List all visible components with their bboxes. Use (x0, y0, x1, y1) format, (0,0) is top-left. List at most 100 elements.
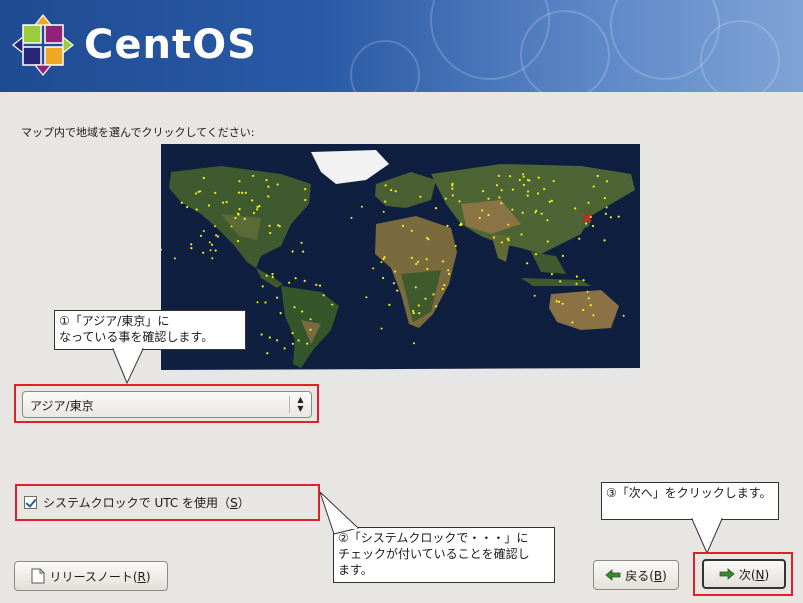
city-dot[interactable] (587, 297, 590, 300)
city-dot[interactable] (225, 200, 228, 204)
city-dot[interactable] (451, 194, 454, 197)
city-dot[interactable] (384, 184, 387, 187)
city-dot[interactable] (417, 304, 420, 307)
city-dot[interactable] (276, 339, 279, 342)
city-dot[interactable] (426, 267, 429, 270)
city-dot[interactable] (269, 231, 272, 235)
city-dot[interactable] (360, 205, 363, 208)
city-dot[interactable] (414, 286, 417, 289)
city-dot[interactable] (451, 187, 454, 190)
city-dot[interactable] (605, 180, 609, 183)
city-dot[interactable] (561, 302, 564, 305)
city-dot[interactable] (297, 339, 300, 342)
city-dot[interactable] (511, 188, 514, 191)
city-dot[interactable] (534, 253, 538, 256)
city-dot[interactable] (481, 209, 484, 212)
city-dot[interactable] (446, 224, 449, 227)
city-dot[interactable] (365, 296, 368, 299)
city-dot[interactable] (498, 196, 501, 199)
city-dot[interactable] (550, 199, 553, 202)
city-dot[interactable] (578, 237, 581, 240)
city-dot[interactable] (261, 285, 264, 288)
city-dot[interactable] (382, 257, 385, 261)
city-dot[interactable] (288, 281, 291, 284)
city-dot[interactable] (552, 179, 555, 183)
city-dot[interactable] (478, 216, 481, 220)
city-dot[interactable] (380, 261, 383, 264)
city-dot[interactable] (215, 234, 218, 237)
city-dot[interactable] (210, 243, 214, 246)
city-dot[interactable] (237, 191, 240, 194)
city-dot[interactable] (190, 247, 193, 250)
city-dot[interactable] (194, 192, 198, 195)
city-dot[interactable] (555, 300, 558, 303)
city-dot[interactable] (571, 321, 574, 324)
city-dot[interactable] (441, 287, 444, 291)
city-dot[interactable] (277, 224, 280, 227)
city-dot[interactable] (393, 270, 397, 273)
city-dot[interactable] (382, 276, 385, 280)
city-dot[interactable] (208, 241, 211, 244)
city-dot[interactable] (260, 333, 263, 336)
city-dot[interactable] (309, 318, 312, 321)
city-dot[interactable] (592, 185, 595, 188)
city-dot[interactable] (222, 201, 225, 204)
city-dot[interactable] (173, 257, 176, 260)
city-dot[interactable] (585, 222, 588, 225)
city-dot[interactable] (382, 210, 385, 213)
city-dot[interactable] (536, 192, 540, 195)
city-dot[interactable] (388, 303, 391, 306)
city-dot[interactable] (432, 293, 435, 296)
city-dot[interactable] (309, 328, 312, 331)
city-dot[interactable] (202, 176, 205, 180)
city-dot[interactable] (291, 250, 294, 253)
city-dot[interactable] (540, 212, 543, 215)
city-dot[interactable] (304, 198, 307, 202)
city-dot[interactable] (331, 303, 334, 306)
city-dot[interactable] (526, 194, 529, 197)
release-notes-button[interactable]: リリースノート(R) (14, 561, 168, 591)
city-dot[interactable] (216, 235, 220, 238)
city-dot[interactable] (236, 212, 240, 215)
utc-checkbox[interactable] (24, 495, 37, 509)
city-dot[interactable] (271, 273, 274, 276)
city-dot[interactable] (265, 179, 268, 182)
city-dot[interactable] (497, 174, 500, 177)
city-dot[interactable] (202, 230, 205, 232)
city-dot[interactable] (487, 213, 490, 217)
city-dot[interactable] (617, 215, 620, 218)
city-dot[interactable] (592, 314, 595, 317)
city-dot[interactable] (396, 289, 399, 292)
city-dot[interactable] (500, 189, 503, 192)
city-dot[interactable] (416, 260, 420, 263)
city-dot[interactable] (605, 206, 608, 209)
city-dot[interactable] (427, 238, 430, 241)
city-dot[interactable] (518, 178, 521, 182)
city-dot[interactable] (214, 225, 216, 228)
city-dot[interactable] (441, 260, 445, 263)
city-dot[interactable] (500, 241, 503, 244)
city-dot[interactable] (609, 216, 612, 219)
city-dot[interactable] (511, 208, 514, 211)
city-dot[interactable] (520, 233, 523, 236)
city-dot[interactable] (522, 175, 525, 178)
city-dot[interactable] (454, 245, 457, 247)
city-dot[interactable] (241, 191, 244, 194)
city-dot[interactable] (238, 208, 241, 211)
city-dot[interactable] (507, 223, 510, 226)
city-dot[interactable] (548, 200, 551, 203)
city-dot[interactable] (522, 183, 525, 187)
city-dot[interactable] (384, 200, 387, 203)
city-dot[interactable] (458, 200, 461, 203)
city-dot[interactable] (534, 211, 537, 214)
city-dot[interactable] (546, 219, 549, 222)
city-dot[interactable] (401, 224, 405, 227)
city-dot[interactable] (419, 195, 422, 198)
city-dot[interactable] (207, 204, 211, 207)
city-dot[interactable] (527, 190, 530, 193)
city-dot[interactable] (199, 190, 202, 193)
city-dot[interactable] (315, 283, 318, 286)
city-dot[interactable] (271, 275, 274, 279)
city-dot[interactable] (537, 176, 540, 179)
city-dot[interactable] (412, 309, 415, 313)
